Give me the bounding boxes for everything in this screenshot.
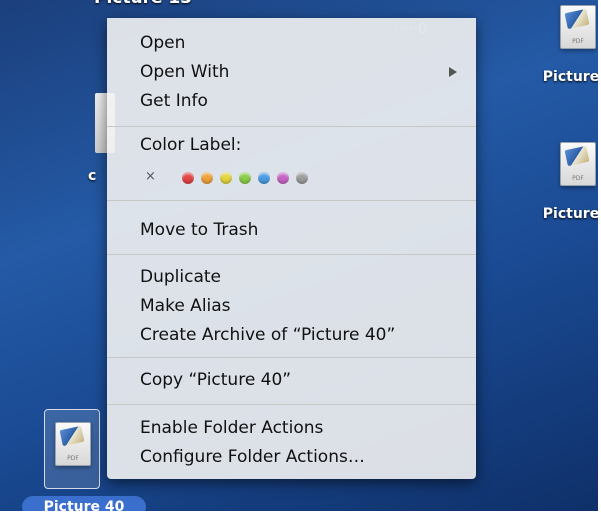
menu-item-make-alias[interactable]: Make Alias xyxy=(107,294,476,318)
submenu-arrow-icon xyxy=(449,67,457,77)
menu-item-copy[interactable]: Copy “Picture 40” xyxy=(107,368,476,392)
menu-item-open-with[interactable]: Open With xyxy=(107,60,476,84)
color-yellow-swatch[interactable] xyxy=(220,172,232,184)
file-type-tag: PDF xyxy=(572,38,584,45)
color-red-swatch[interactable] xyxy=(182,172,194,184)
menu-item-open[interactable]: Open xyxy=(107,31,476,55)
selection-highlight: PDF xyxy=(44,409,100,489)
pdf-file-icon: PDF xyxy=(55,422,91,466)
menu-item-create-archive[interactable]: Create Archive of “Picture 40” xyxy=(107,323,476,347)
context-menu: Open Open With Get Info Color Label: × M… xyxy=(107,18,476,479)
desktop-icon-picture-2[interactable]: PDF Picture xyxy=(543,142,601,222)
selected-icon-label[interactable]: Picture 40 xyxy=(22,496,146,518)
picture-thumbnail xyxy=(59,425,85,447)
file-type-tag: PDF xyxy=(67,455,79,462)
color-orange-swatch[interactable] xyxy=(201,172,213,184)
menu-item-move-to-trash[interactable]: Move to Trash xyxy=(107,218,476,242)
menu-item-configure-folder-actions[interactable]: Configure Folder Actions… xyxy=(107,445,476,469)
pdf-file-icon: PDF xyxy=(560,5,596,49)
menu-separator xyxy=(107,126,476,127)
desktop-icon-partial-label: c xyxy=(88,168,97,184)
menu-separator xyxy=(107,200,476,201)
menu-separator xyxy=(107,357,476,358)
color-purple-swatch[interactable] xyxy=(277,172,289,184)
top-partial-label: Picture 13 xyxy=(94,0,192,8)
color-gray-swatch[interactable] xyxy=(296,172,308,184)
desktop-icon-label: Picture xyxy=(542,69,600,85)
pdf-file-icon: PDF xyxy=(560,142,596,186)
selected-desktop-icon[interactable]: PDF xyxy=(44,409,100,489)
desktop-icon-picture-1[interactable]: PDF Picture xyxy=(543,5,601,85)
picture-thumbnail xyxy=(564,8,590,30)
color-green-swatch[interactable] xyxy=(239,172,251,184)
menu-item-enable-folder-actions[interactable]: Enable Folder Actions xyxy=(107,416,476,440)
file-type-tag: PDF xyxy=(572,175,584,182)
color-none-icon[interactable]: × xyxy=(145,169,156,184)
menu-item-label: Open With xyxy=(140,62,230,82)
menu-item-get-info[interactable]: Get Info xyxy=(107,89,476,113)
picture-thumbnail xyxy=(564,145,590,167)
color-label-title: Color Label: xyxy=(140,135,242,155)
desktop: Picture 13 ·····0 PDF Picture PDF Pictur… xyxy=(0,0,601,531)
menu-separator xyxy=(107,254,476,255)
menu-item-duplicate[interactable]: Duplicate xyxy=(107,265,476,289)
desktop-icon-label: Picture xyxy=(542,206,600,222)
color-blue-swatch[interactable] xyxy=(258,172,270,184)
menu-separator xyxy=(107,404,476,405)
